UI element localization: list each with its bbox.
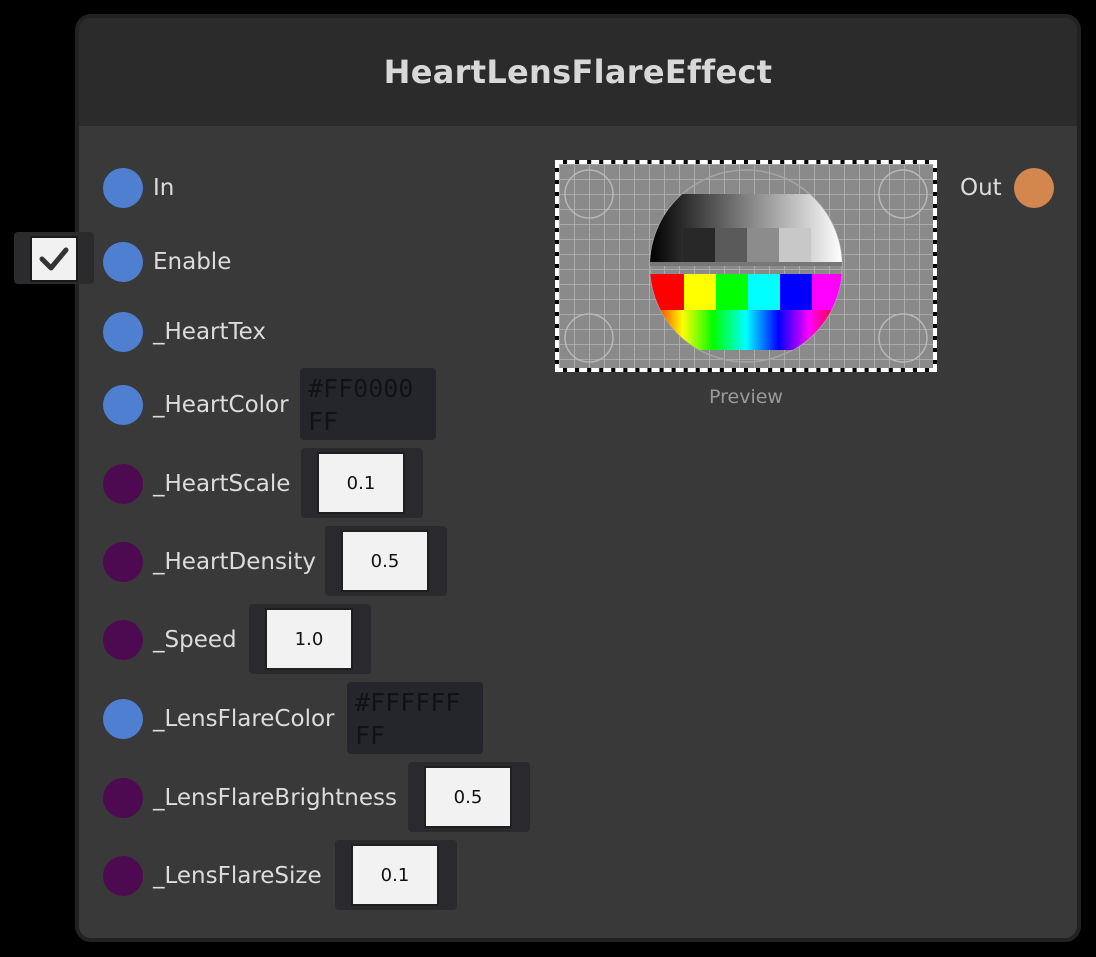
port-heart-scale-dot[interactable]: [103, 464, 143, 504]
port-lens-flare-brightness-dot[interactable]: [103, 778, 143, 818]
port-heart-density[interactable]: _HeartDensity: [103, 542, 316, 582]
enable-toggle[interactable]: [14, 232, 94, 284]
port-lens-flare-size-label: _LensFlareSize: [153, 863, 322, 889]
heart-scale-field[interactable]: 0.1: [301, 448, 423, 518]
port-out-dot[interactable]: [1013, 168, 1054, 208]
port-heart-tex-label: _HeartTex: [153, 319, 267, 345]
port-lens-flare-brightness[interactable]: _LensFlareBrightness: [103, 778, 397, 818]
speed-field[interactable]: 1.0: [249, 604, 371, 674]
checkmark-icon: [39, 247, 69, 271]
port-heart-color-label: _HeartColor: [153, 392, 289, 418]
port-enable[interactable]: Enable: [103, 242, 231, 282]
port-heart-scale[interactable]: _HeartScale: [103, 464, 290, 504]
node-header[interactable]: HeartLensFlareEffect: [79, 18, 1077, 126]
lens-flare-color-field[interactable]: #FFFFFFFF: [347, 682, 483, 754]
port-in[interactable]: In: [103, 168, 174, 208]
port-heart-tex[interactable]: _HeartTex: [103, 312, 266, 352]
lens-flare-size-input[interactable]: 0.1: [351, 844, 439, 906]
port-speed[interactable]: _Speed: [103, 620, 237, 660]
preview-image[interactable]: [555, 160, 937, 372]
enable-checkbox[interactable]: [30, 236, 78, 282]
port-out-label: Out: [960, 175, 1002, 201]
port-enable-dot[interactable]: [103, 242, 143, 282]
heart-scale-input[interactable]: 0.1: [317, 452, 405, 514]
port-lens-flare-brightness-label: _LensFlareBrightness: [153, 785, 397, 811]
port-heart-color-dot[interactable]: [103, 385, 143, 425]
port-out[interactable]: Out: [960, 168, 1054, 208]
port-heart-density-dot[interactable]: [103, 542, 143, 582]
test-pattern-image: [559, 164, 933, 368]
lens-flare-brightness-field[interactable]: 0.5: [408, 762, 530, 832]
port-enable-label: Enable: [153, 249, 232, 275]
port-lens-flare-color-label: _LensFlareColor: [153, 706, 335, 732]
port-lens-flare-color-dot[interactable]: [103, 699, 143, 739]
port-in-label: In: [153, 175, 175, 201]
lens-flare-size-field[interactable]: 0.1: [335, 840, 457, 910]
heart-color-field[interactable]: #FF0000FF: [300, 368, 436, 440]
port-heart-scale-label: _HeartScale: [153, 471, 291, 497]
preview-label: Preview: [709, 386, 783, 408]
node-title: HeartLensFlareEffect: [383, 53, 773, 91]
port-heart-density-label: _HeartDensity: [153, 549, 316, 575]
heart-density-input[interactable]: 0.5: [341, 530, 429, 592]
port-lens-flare-size[interactable]: _LensFlareSize: [103, 856, 322, 896]
port-in-dot[interactable]: [103, 168, 143, 208]
heart-density-field[interactable]: 0.5: [325, 526, 447, 596]
port-speed-label: _Speed: [153, 627, 237, 653]
port-lens-flare-size-dot[interactable]: [103, 856, 143, 896]
port-heart-color[interactable]: _HeartColor: [103, 385, 289, 425]
port-heart-tex-dot[interactable]: [103, 312, 143, 352]
port-lens-flare-color[interactable]: _LensFlareColor: [103, 699, 334, 739]
port-speed-dot[interactable]: [103, 620, 143, 660]
speed-input[interactable]: 1.0: [265, 608, 353, 670]
lens-flare-brightness-input[interactable]: 0.5: [424, 766, 512, 828]
